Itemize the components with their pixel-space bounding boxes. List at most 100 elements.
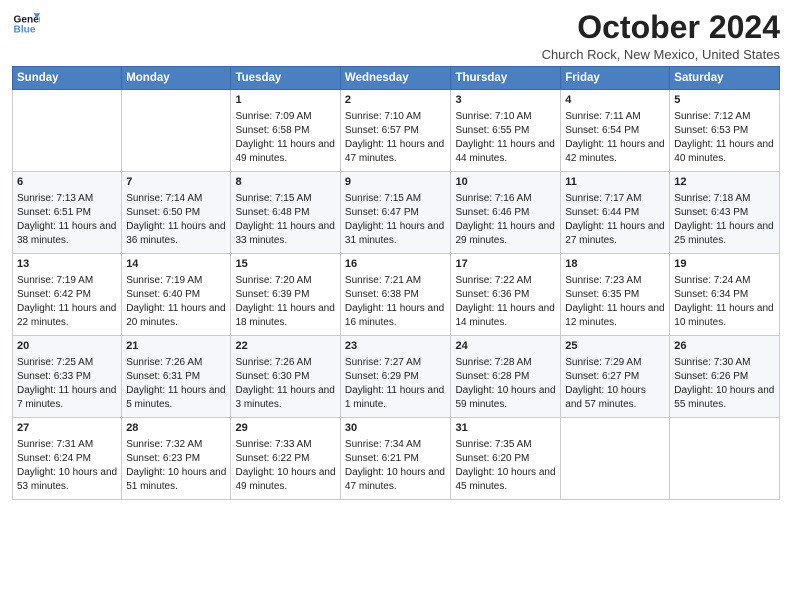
day-info: Daylight: 11 hours and 25 minutes. — [674, 220, 775, 248]
calendar-cell: 26Sunrise: 7:30 AMSunset: 6:26 PMDayligh… — [670, 336, 780, 418]
calendar-cell: 22Sunrise: 7:26 AMSunset: 6:30 PMDayligh… — [231, 336, 340, 418]
calendar-cell: 14Sunrise: 7:19 AMSunset: 6:40 PMDayligh… — [122, 254, 231, 336]
calendar-day-header: Tuesday — [231, 67, 340, 90]
day-number: 24 — [455, 339, 556, 354]
day-info: Sunset: 6:20 PM — [455, 452, 556, 466]
day-number: 27 — [17, 421, 117, 436]
day-number: 26 — [674, 339, 775, 354]
calendar-cell: 17Sunrise: 7:22 AMSunset: 6:36 PMDayligh… — [451, 254, 561, 336]
day-info: Sunrise: 7:34 AM — [345, 438, 447, 452]
calendar-cell: 1Sunrise: 7:09 AMSunset: 6:58 PMDaylight… — [231, 90, 340, 172]
day-info: Daylight: 10 hours and 47 minutes. — [345, 466, 447, 494]
page-container: General Blue General Blue October 2024 C… — [0, 0, 792, 508]
day-info: Sunset: 6:39 PM — [235, 288, 335, 302]
day-info: Sunset: 6:21 PM — [345, 452, 447, 466]
calendar-week-row: 20Sunrise: 7:25 AMSunset: 6:33 PMDayligh… — [13, 336, 780, 418]
day-info: Sunset: 6:29 PM — [345, 370, 447, 384]
day-info: Sunset: 6:51 PM — [17, 206, 117, 220]
calendar-cell: 28Sunrise: 7:32 AMSunset: 6:23 PMDayligh… — [122, 418, 231, 500]
day-info: Daylight: 11 hours and 40 minutes. — [674, 138, 775, 166]
day-number: 11 — [565, 175, 665, 190]
day-info: Sunrise: 7:23 AM — [565, 274, 665, 288]
calendar-cell: 27Sunrise: 7:31 AMSunset: 6:24 PMDayligh… — [13, 418, 122, 500]
calendar-cell: 3Sunrise: 7:10 AMSunset: 6:55 PMDaylight… — [451, 90, 561, 172]
day-info: Sunrise: 7:35 AM — [455, 438, 556, 452]
day-info: Sunrise: 7:10 AM — [455, 110, 556, 124]
calendar-cell — [13, 90, 122, 172]
day-number: 12 — [674, 175, 775, 190]
day-info: Sunset: 6:58 PM — [235, 124, 335, 138]
day-info: Sunrise: 7:30 AM — [674, 356, 775, 370]
day-info: Daylight: 10 hours and 49 minutes. — [235, 466, 335, 494]
calendar-cell — [122, 90, 231, 172]
calendar-cell: 20Sunrise: 7:25 AMSunset: 6:33 PMDayligh… — [13, 336, 122, 418]
day-info: Sunset: 6:42 PM — [17, 288, 117, 302]
calendar-cell: 23Sunrise: 7:27 AMSunset: 6:29 PMDayligh… — [340, 336, 451, 418]
day-info: Daylight: 11 hours and 38 minutes. — [17, 220, 117, 248]
calendar-day-header: Saturday — [670, 67, 780, 90]
day-info: Daylight: 11 hours and 16 minutes. — [345, 302, 447, 330]
day-info: Sunset: 6:31 PM — [126, 370, 226, 384]
day-info: Sunrise: 7:28 AM — [455, 356, 556, 370]
day-info: Sunset: 6:33 PM — [17, 370, 117, 384]
calendar-cell: 12Sunrise: 7:18 AMSunset: 6:43 PMDayligh… — [670, 172, 780, 254]
calendar-day-header: Sunday — [13, 67, 122, 90]
day-info: Sunset: 6:43 PM — [674, 206, 775, 220]
calendar-day-header: Wednesday — [340, 67, 451, 90]
day-info: Sunrise: 7:31 AM — [17, 438, 117, 452]
day-number: 19 — [674, 257, 775, 272]
day-number: 13 — [17, 257, 117, 272]
day-info: Sunset: 6:44 PM — [565, 206, 665, 220]
day-info: Sunrise: 7:26 AM — [235, 356, 335, 370]
day-info: Sunrise: 7:15 AM — [345, 192, 447, 206]
calendar-cell: 5Sunrise: 7:12 AMSunset: 6:53 PMDaylight… — [670, 90, 780, 172]
day-number: 21 — [126, 339, 226, 354]
calendar-cell: 18 Sunrise: 7:23 AMSunset: 6:35 PMDayligh… — [561, 254, 670, 336]
day-info: Sunrise: 7:29 AM — [565, 356, 665, 370]
calendar-day-header: Monday — [122, 67, 231, 90]
logo: General Blue General Blue — [12, 10, 40, 38]
day-info: Sunrise: 7:10 AM — [345, 110, 447, 124]
day-info: Daylight: 11 hours and 27 minutes. — [565, 220, 665, 248]
svg-text:Blue: Blue — [14, 25, 36, 36]
day-info: Daylight: 10 hours and 51 minutes. — [126, 466, 226, 494]
calendar-day-header: Thursday — [451, 67, 561, 90]
calendar-cell: 31Sunrise: 7:35 AMSunset: 6:20 PMDayligh… — [451, 418, 561, 500]
day-number: 7 — [126, 175, 226, 190]
calendar-cell: 16Sunrise: 7:21 AMSunset: 6:38 PMDayligh… — [340, 254, 451, 336]
day-info: Daylight: 11 hours and 47 minutes. — [345, 138, 447, 166]
day-number: 28 — [126, 421, 226, 436]
day-info: Sunrise: 7:16 AM — [455, 192, 556, 206]
day-info: Daylight: 11 hours and 12 minutes. — [565, 302, 665, 330]
day-info: Sunrise: 7:15 AM — [235, 192, 335, 206]
day-number: 3 — [455, 93, 556, 108]
day-number: 30 — [345, 421, 447, 436]
day-info: Daylight: 10 hours and 57 minutes. — [565, 384, 665, 412]
calendar-cell: 7Sunrise: 7:14 AMSunset: 6:50 PMDaylight… — [122, 172, 231, 254]
location: Church Rock, New Mexico, United States — [542, 47, 780, 62]
day-number: 10 — [455, 175, 556, 190]
day-info: Sunset: 6:35 PM — [565, 288, 665, 302]
calendar-cell: 19Sunrise: 7:24 AMSunset: 6:34 PMDayligh… — [670, 254, 780, 336]
day-info: Sunrise: 7:12 AM — [674, 110, 775, 124]
calendar-week-row: 1Sunrise: 7:09 AMSunset: 6:58 PMDaylight… — [13, 90, 780, 172]
calendar-cell: 21Sunrise: 7:26 AMSunset: 6:31 PMDayligh… — [122, 336, 231, 418]
day-info: Sunrise: 7:17 AM — [565, 192, 665, 206]
day-info: Daylight: 11 hours and 14 minutes. — [455, 302, 556, 330]
day-info: Sunset: 6:57 PM — [345, 124, 447, 138]
day-info: Sunset: 6:38 PM — [345, 288, 447, 302]
day-info: Sunrise: 7:20 AM — [235, 274, 335, 288]
day-number: 1 — [235, 93, 335, 108]
day-number: 29 — [235, 421, 335, 436]
calendar-week-row: 13Sunrise: 7:19 AMSunset: 6:42 PMDayligh… — [13, 254, 780, 336]
calendar-cell: 24Sunrise: 7:28 AMSunset: 6:28 PMDayligh… — [451, 336, 561, 418]
day-number: 8 — [235, 175, 335, 190]
day-info: Sunset: 6:30 PM — [235, 370, 335, 384]
calendar-cell: 4Sunrise: 7:11 AMSunset: 6:54 PMDaylight… — [561, 90, 670, 172]
day-info: Daylight: 11 hours and 20 minutes. — [126, 302, 226, 330]
calendar-cell: 8Sunrise: 7:15 AMSunset: 6:48 PMDaylight… — [231, 172, 340, 254]
day-info: Sunrise: 7:22 AM — [455, 274, 556, 288]
day-number: 9 — [345, 175, 447, 190]
day-number: 18 — [565, 257, 665, 272]
calendar-cell: 30 Sunrise: 7:34 AMSunset: 6:21 PMDayligh… — [340, 418, 451, 500]
